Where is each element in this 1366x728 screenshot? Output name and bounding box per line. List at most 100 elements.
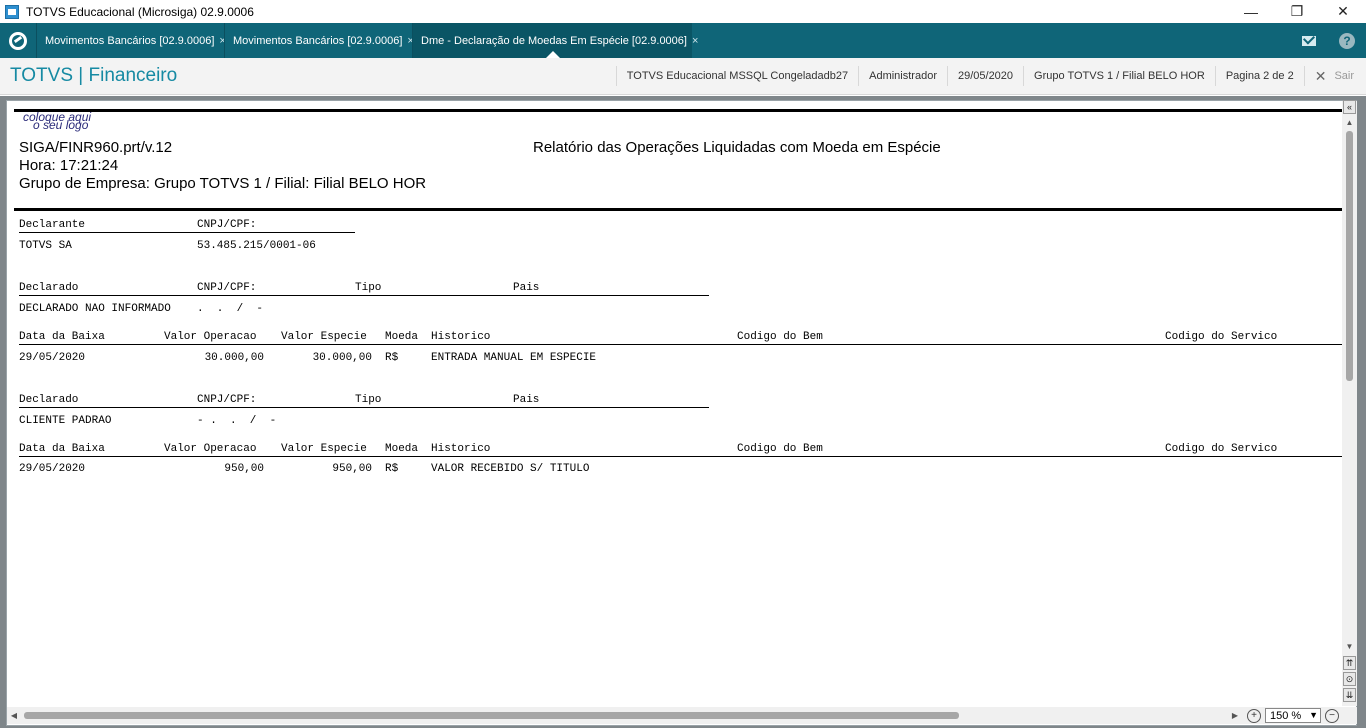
tipo-header: Tipo — [355, 282, 382, 294]
vertical-scrollbar[interactable]: ▲ ▼ — [1342, 101, 1357, 706]
columns-underline — [19, 456, 1342, 457]
close-window-button[interactable]: ✕ — [1320, 0, 1366, 23]
row-moeda: R$ — [385, 352, 399, 364]
row-valor-operacao: 950,00 — [224, 463, 264, 475]
zoom-value: 150 % — [1270, 709, 1302, 722]
tab-label: Dme - Declaração de Moedas Em Espécie [0… — [421, 34, 687, 47]
close-icon: ✕ — [1314, 67, 1327, 84]
col-valor-operacao: Valor Operacao — [164, 443, 257, 455]
pais-header: Pais — [513, 394, 540, 406]
col-data-baixa: Data da Baixa — [19, 443, 105, 455]
tab-bar: Movimentos Bancários [02.9.0006] × Movim… — [0, 23, 1366, 58]
top-rule — [14, 109, 1342, 112]
program-line: SIGA/FINR960.prt/v.12 — [19, 139, 173, 156]
tab-label: Movimentos Bancários [02.9.0006] — [233, 34, 403, 47]
date-label: 29/05/2020 — [946, 66, 1023, 86]
horizontal-scrollbar[interactable]: ◀ ▶ — [7, 707, 1242, 724]
logo-line-2: o seu logo — [33, 118, 89, 132]
declarante-cnpj: 53.485.215/0001-06 — [197, 240, 316, 252]
scroll-down-icon[interactable]: ▼ — [1342, 639, 1357, 653]
declarado-underline — [19, 295, 709, 296]
declarante-header: Declarante — [19, 219, 86, 231]
cnpj-header: CNPJ/CPF: — [197, 394, 257, 406]
columns-underline — [19, 344, 1342, 345]
zoom-select[interactable]: 150 % ▼ — [1265, 708, 1321, 723]
tab-movimentos-bancarios-2[interactable]: Movimentos Bancários [02.9.0006] × — [224, 23, 414, 58]
help-icon: ? — [1339, 32, 1355, 49]
zoom-out-icon[interactable]: − — [1325, 708, 1339, 723]
first-page-button[interactable]: ⇈ — [1343, 656, 1356, 670]
time-line: Hora: 17:21:24 — [19, 157, 119, 174]
declarado-name: CLIENTE PADRAO — [19, 415, 112, 427]
scroll-up-icon[interactable]: ▲ — [1342, 115, 1357, 129]
minimize-button[interactable]: — — [1228, 0, 1274, 23]
tipo-header: Tipo — [355, 394, 382, 406]
col-data-baixa: Data da Baixa — [19, 331, 105, 343]
app-icon — [5, 4, 19, 19]
col-moeda: Moeda — [385, 443, 419, 455]
scroll-right-icon[interactable]: ▶ — [1228, 707, 1242, 724]
declarado-cnpj: . . / - — [197, 303, 264, 315]
header-rule — [14, 208, 1342, 211]
declarado-header: Declarado — [19, 394, 79, 406]
center-page-button[interactable]: ⊙ — [1343, 672, 1356, 686]
declarante-underline — [19, 232, 355, 233]
col-valor-operacao: Valor Operacao — [164, 331, 257, 343]
scroll-left-icon[interactable]: ◀ — [7, 707, 21, 724]
pais-header: Pais — [513, 282, 540, 294]
report-page: coloque aqui o seu logo SIGA/FINR960.prt… — [14, 106, 1342, 706]
page-indicator: Pagina 2 de 2 — [1214, 66, 1304, 86]
home-button[interactable] — [0, 23, 36, 58]
col-codigo-bem: Codigo do Bem — [737, 443, 823, 455]
declarado-header: Declarado — [19, 282, 79, 294]
row-data: 29/05/2020 — [19, 352, 86, 364]
mail-icon — [1302, 35, 1316, 46]
window-titlebar: TOTVS Educacional (Microsiga) 02.9.0006 … — [0, 0, 1366, 23]
chevron-down-icon: ▼ — [1309, 710, 1318, 720]
row-historico: VALOR RECEBIDO S/ TITULO — [431, 463, 590, 475]
col-valor-especie: Valor Especie — [281, 443, 367, 455]
declarante-name: TOTVS SA — [19, 240, 72, 252]
col-codigo-servico: Codigo do Servico — [1165, 443, 1278, 455]
exit-button[interactable]: ✕ Sair — [1303, 66, 1366, 86]
row-valor-especie: 30.000,00 — [312, 352, 372, 364]
vertical-scroll-thumb[interactable] — [1346, 131, 1353, 381]
col-historico: Historico — [431, 331, 491, 343]
col-codigo-servico: Codigo do Servico — [1165, 331, 1278, 343]
report-title: Relatório das Operações Liquidadas com M… — [533, 139, 941, 156]
company-logo: coloque aqui o seu logo — [23, 111, 91, 132]
row-valor-especie: 950,00 — [332, 463, 372, 475]
declarante-cnpj-header: CNPJ/CPF: — [197, 219, 257, 231]
company-label: Grupo TOTVS 1 / Filial BELO HOR — [1023, 66, 1215, 86]
row-data: 29/05/2020 — [19, 463, 86, 475]
environment-label: TOTVS Educacional MSSQL Congeladadb27 — [615, 66, 858, 86]
tabbar-actions: ? — [1290, 23, 1366, 58]
window-controls: — ❐ ✕ — [1228, 0, 1366, 23]
session-info: TOTVS Educacional MSSQL Congeladadb27 Ad… — [615, 58, 1366, 94]
window-title: TOTVS Educacional (Microsiga) 02.9.0006 — [26, 4, 254, 19]
last-page-button[interactable]: ⇊ — [1343, 688, 1356, 702]
restore-button[interactable]: ❐ — [1274, 0, 1320, 23]
zoom-in-icon[interactable]: + — [1247, 708, 1261, 723]
tab-label: Movimentos Bancários [02.9.0006] — [45, 34, 215, 47]
col-historico: Historico — [431, 443, 491, 455]
cnpj-header: CNPJ/CPF: — [197, 282, 257, 294]
help-button[interactable]: ? — [1328, 23, 1366, 58]
row-moeda: R$ — [385, 463, 399, 475]
declarado-underline — [19, 407, 709, 408]
declarado-cnpj: - . . / - — [197, 415, 277, 427]
collapse-panel-button[interactable]: « — [1343, 100, 1356, 114]
tab-dme-declaracao[interactable]: Dme - Declaração de Moedas Em Espécie [0… — [412, 23, 698, 58]
tab-movimentos-bancarios-1[interactable]: Movimentos Bancários [02.9.0006] × — [36, 23, 226, 58]
horizontal-scroll-thumb[interactable] — [24, 712, 959, 719]
zoom-controls: + 150 % ▼ − — [1242, 707, 1357, 724]
exit-label: Sair — [1334, 70, 1354, 82]
row-valor-operacao: 30.000,00 — [204, 352, 264, 364]
totvs-logo-icon — [9, 31, 27, 50]
col-codigo-bem: Codigo do Bem — [737, 331, 823, 343]
module-title: TOTVS | Financeiro — [10, 65, 178, 86]
tab-close-icon[interactable]: × — [692, 35, 698, 47]
company-group-line: Grupo de Empresa: Grupo TOTVS 1 / Filial… — [19, 175, 427, 192]
row-historico: ENTRADA MANUAL EM ESPECIE — [431, 352, 597, 364]
messages-button[interactable] — [1290, 23, 1328, 58]
